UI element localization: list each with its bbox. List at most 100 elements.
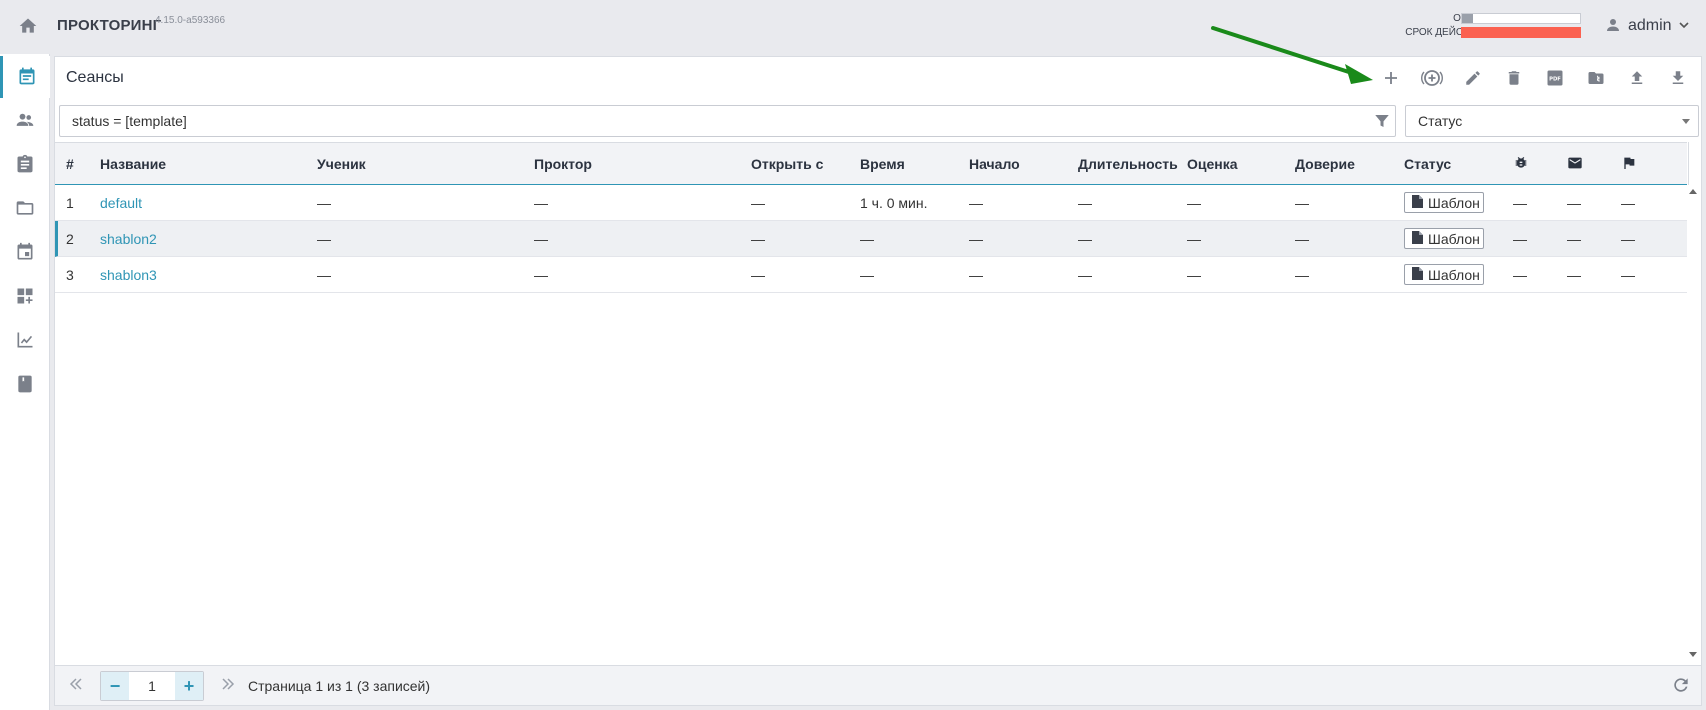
cell-proctor: —	[534, 195, 548, 211]
upload-button[interactable]	[1624, 66, 1650, 92]
filter-text: status = [template]	[72, 113, 187, 129]
caret-down-icon	[1682, 119, 1690, 124]
status-select[interactable]: Статус	[1405, 105, 1699, 137]
top-header: ПРОКТОРИНГ 4.15.0-a593366 ОБЪЕМ СРОК ДЕЙ…	[0, 0, 1706, 54]
sidebar-item-reports[interactable]	[0, 320, 50, 362]
book-icon	[15, 374, 35, 397]
edit-button[interactable]	[1460, 66, 1486, 92]
cell-name-link[interactable]: shablon2	[100, 231, 157, 247]
pagination: − 1 + Страница 1 из 1 (3 записей)	[55, 665, 1701, 705]
last-page-button[interactable]	[215, 673, 241, 699]
folder-icon	[15, 198, 35, 221]
cell-start: —	[969, 231, 983, 247]
sessions-table: # Название Ученик Проктор Открыть с Врем…	[55, 142, 1687, 293]
col-score[interactable]: Оценка	[1187, 156, 1238, 172]
sidebar-item-dashboard[interactable]	[0, 276, 50, 318]
sidebar-item-sessions[interactable]	[0, 56, 50, 98]
add-button[interactable]	[1378, 66, 1404, 92]
cell-bug: —	[1513, 267, 1527, 283]
chevron-down-icon	[1678, 18, 1690, 34]
download-button[interactable]	[1665, 66, 1691, 92]
calendar-icon	[17, 66, 37, 89]
sidebar-item-schedule[interactable]	[0, 232, 50, 274]
page-info: Страница 1 из 1 (3 записей)	[248, 678, 431, 694]
quota-bars	[1461, 13, 1581, 41]
status-select-placeholder: Статус	[1418, 113, 1463, 129]
cell-duration: —	[1078, 195, 1092, 211]
table-row[interactable]: 3 shablon3 — — — — — — — — Шаблон — — —	[55, 257, 1687, 293]
scroll-down-arrow[interactable]	[1689, 652, 1697, 657]
bug-icon[interactable]	[1513, 155, 1529, 174]
first-page-button[interactable]	[63, 673, 89, 699]
status-badge[interactable]: Шаблон	[1404, 228, 1484, 249]
mail-icon[interactable]	[1567, 155, 1583, 174]
sidebar-item-users[interactable]	[0, 100, 50, 142]
table-row[interactable]: 1 default — — — 1 ч. 0 мин. — — — — Шабл…	[55, 185, 1687, 221]
cell-name-link[interactable]: shablon3	[100, 267, 157, 283]
col-start[interactable]: Начало	[969, 156, 1020, 172]
sidebar-item-files[interactable]	[0, 188, 50, 230]
document-icon	[1412, 194, 1423, 211]
status-badge[interactable]: Шаблон	[1404, 192, 1484, 213]
user-icon	[1604, 16, 1622, 37]
double-chevron-right-icon	[221, 677, 235, 696]
cell-duration: —	[1078, 267, 1092, 283]
col-duration[interactable]: Длительность	[1078, 156, 1178, 172]
col-status[interactable]: Статус	[1404, 156, 1451, 172]
status-badge[interactable]: Шаблон	[1404, 264, 1484, 285]
col-trust[interactable]: Доверие	[1295, 156, 1355, 172]
dashboard-icon	[15, 286, 35, 309]
col-open-from[interactable]: Открыть с	[751, 156, 823, 172]
home-icon[interactable]	[18, 16, 38, 36]
flag-icon[interactable]	[1621, 155, 1637, 174]
user-menu[interactable]: admin	[1604, 15, 1690, 37]
col-name[interactable]: Название	[100, 156, 166, 172]
prev-page-button[interactable]: −	[101, 672, 129, 700]
col-num[interactable]: #	[66, 156, 74, 172]
toolbar: PDF	[1378, 66, 1691, 92]
page-number-input[interactable]: 1	[129, 672, 175, 700]
header-divider	[1688, 142, 1689, 185]
col-time[interactable]: Время	[860, 156, 905, 172]
col-student[interactable]: Ученик	[317, 156, 366, 172]
quota-bar	[1461, 13, 1581, 24]
add-multiple-button[interactable]	[1419, 66, 1445, 92]
filter-icon[interactable]	[1373, 112, 1391, 133]
scroll-up-arrow[interactable]	[1689, 189, 1697, 194]
filter-input[interactable]: status = [template]	[59, 105, 1396, 137]
export-pdf-button[interactable]: PDF	[1542, 66, 1568, 92]
app-version: 4.15.0-a593366	[155, 15, 226, 26]
next-page-button[interactable]: +	[175, 672, 203, 700]
quota-bar-fill	[1462, 14, 1473, 23]
table-header: # Название Ученик Проктор Открыть с Врем…	[55, 142, 1687, 185]
refresh-icon[interactable]	[1671, 675, 1691, 698]
document-icon	[1412, 230, 1423, 247]
cell-mail: —	[1567, 195, 1581, 211]
panel-title: Сеансы	[66, 69, 124, 86]
edit-icon	[1464, 69, 1482, 90]
table-row[interactable]: 2 shablon2 — — — — — — — — Шаблон — — —	[55, 221, 1687, 257]
archive-icon	[1586, 69, 1606, 90]
cell-num: 1	[66, 195, 74, 211]
cell-flag: —	[1621, 231, 1635, 247]
cell-score: —	[1187, 195, 1201, 211]
status-badge-label: Шаблон	[1428, 194, 1480, 211]
chart-icon	[15, 330, 35, 353]
expiry-bar	[1461, 27, 1581, 38]
sidebar-item-tasks[interactable]	[0, 144, 50, 186]
status-badge-label: Шаблон	[1428, 230, 1480, 247]
cell-name-link[interactable]: default	[100, 195, 142, 211]
cell-open-from: —	[751, 195, 765, 211]
delete-icon	[1505, 69, 1523, 90]
delete-button[interactable]	[1501, 66, 1527, 92]
cell-student: —	[317, 195, 331, 211]
archive-button[interactable]	[1583, 66, 1609, 92]
status-badge-label: Шаблон	[1428, 266, 1480, 283]
cell-start: —	[969, 195, 983, 211]
upload-icon	[1628, 69, 1646, 90]
app-title: ПРОКТОРИНГ	[57, 17, 162, 34]
sidebar-item-docs[interactable]	[0, 364, 50, 406]
double-chevron-left-icon	[69, 677, 83, 696]
col-proctor[interactable]: Проктор	[534, 156, 592, 172]
cell-time: —	[860, 267, 874, 283]
